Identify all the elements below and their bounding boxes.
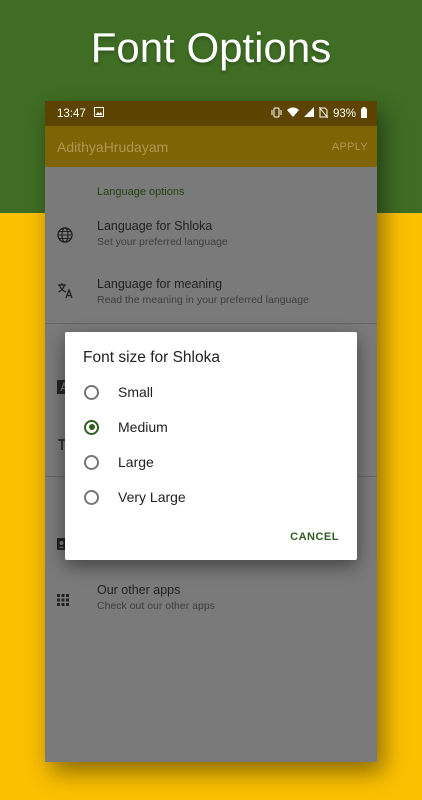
vibrate-icon: [271, 107, 282, 121]
translate-icon: [57, 282, 73, 299]
setting-language-meaning[interactable]: Language for meaning Read the meaning in…: [45, 265, 377, 323]
radio-button[interactable]: [84, 384, 99, 400]
promo-title: Font Options: [90, 24, 332, 71]
image-notification-icon: [93, 107, 104, 120]
setting-subtitle: Set your preferred language: [97, 236, 228, 248]
app-bar: AdithyaHrudayam APPLY: [45, 126, 377, 167]
signal-icon: [303, 107, 314, 120]
setting-title: Our other apps: [97, 583, 181, 597]
apps-grid-icon: [57, 593, 73, 609]
apply-button[interactable]: APPLY: [332, 141, 368, 153]
radio-option-very-large[interactable]: Very Large: [84, 485, 186, 509]
setting-title: Language for meaning: [97, 277, 223, 291]
setting-subtitle: Check out our other apps: [97, 600, 215, 612]
app-title: AdithyaHrudayam: [57, 138, 169, 155]
wifi-icon: [286, 107, 299, 120]
section-header-language: Language options: [97, 186, 185, 198]
radio-button[interactable]: [84, 454, 99, 470]
radio-option-medium[interactable]: Medium: [84, 415, 168, 439]
radio-label: Large: [118, 454, 154, 470]
setting-other-apps[interactable]: Our other apps Check out our other apps: [45, 571, 377, 629]
setting-language-shloka[interactable]: Language for Shloka Set your preferred l…: [45, 207, 377, 265]
battery-icon: [361, 106, 367, 121]
setting-title: Language for Shloka: [97, 219, 213, 233]
battery-percent: 93%: [332, 107, 356, 120]
status-time: 13:47: [57, 107, 86, 120]
radio-button-selected[interactable]: [84, 419, 99, 435]
radio-option-small[interactable]: Small: [84, 380, 153, 404]
cancel-button[interactable]: CANCEL: [290, 531, 339, 543]
dialog-title: Font size for Shloka: [83, 349, 220, 366]
radio-label: Very Large: [118, 489, 186, 505]
radio-button[interactable]: [84, 489, 99, 505]
status-bar: 13:47 93%: [45, 101, 377, 126]
no-sim-icon: [318, 106, 329, 121]
globe-icon: [57, 227, 73, 243]
radio-label: Medium: [118, 419, 168, 435]
font-size-dialog: Font size for Shloka Small Medium Large …: [65, 332, 357, 560]
setting-subtitle: Read the meaning in your preferred langu…: [97, 294, 309, 306]
radio-label: Small: [118, 384, 154, 400]
section-divider: [45, 323, 377, 324]
radio-option-large[interactable]: Large: [84, 450, 154, 474]
settings-list: Language options Language for Shloka Set…: [45, 167, 377, 612]
